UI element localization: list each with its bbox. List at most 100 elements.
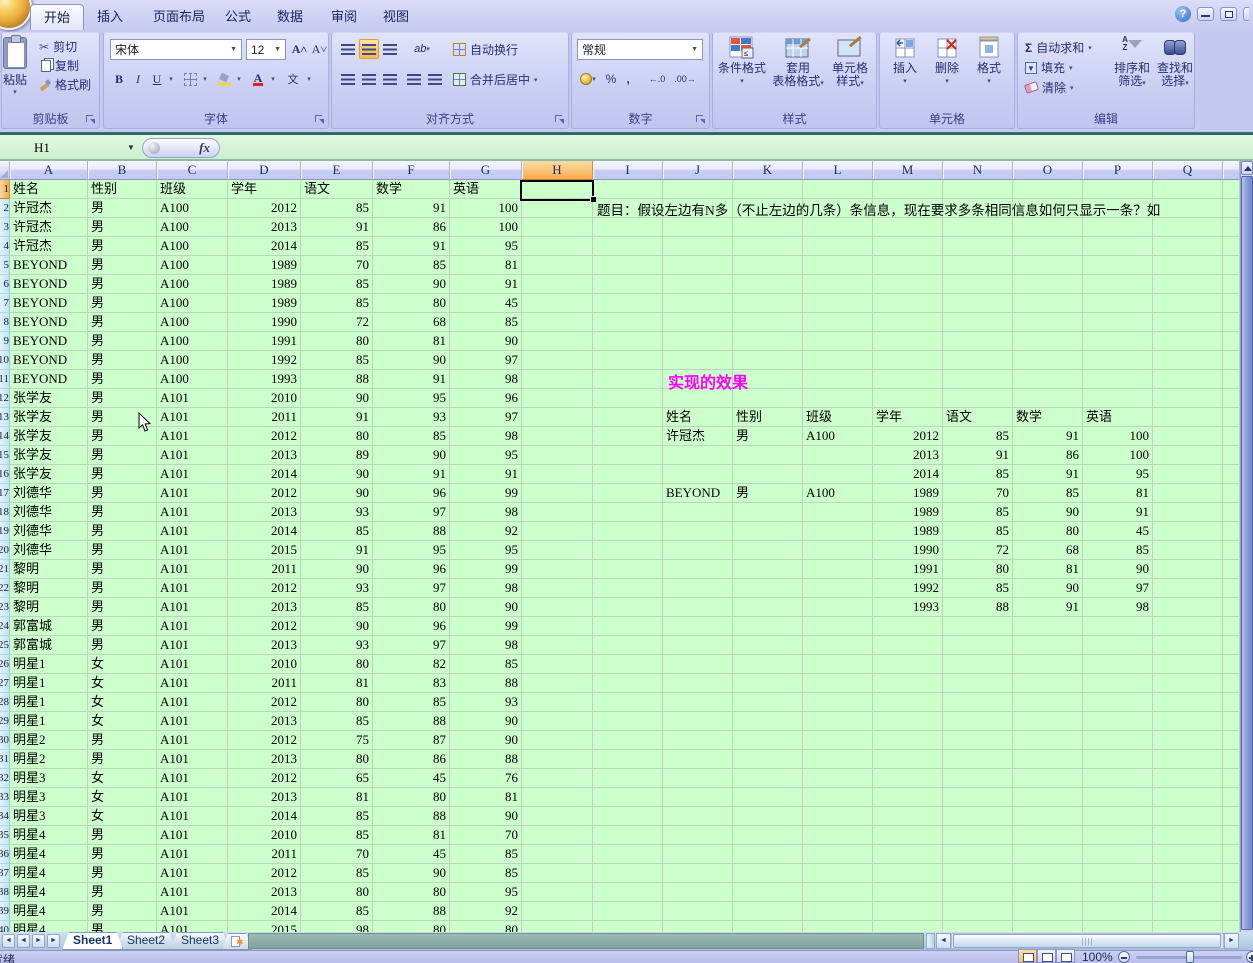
cell-L24[interactable]	[803, 617, 873, 636]
cell-H36[interactable]	[522, 845, 593, 864]
cell-P39[interactable]	[1083, 902, 1153, 921]
cell-D39[interactable]: 2014	[228, 902, 301, 921]
cell-F12[interactable]: 95	[373, 389, 450, 408]
previous-sheet-button[interactable]: ◄	[17, 934, 30, 948]
cell-C14[interactable]: A101	[157, 427, 228, 446]
cell-C32[interactable]: A101	[157, 769, 228, 788]
cell-O24[interactable]	[1013, 617, 1083, 636]
orientation-button[interactable]: ab▾	[408, 39, 436, 59]
cell-N13[interactable]: 语文	[943, 408, 1013, 427]
cell-O22[interactable]: 90	[1013, 579, 1083, 598]
cell-P18[interactable]: 91	[1083, 503, 1153, 522]
cell-N25[interactable]	[943, 636, 1013, 655]
cell-L36[interactable]	[803, 845, 873, 864]
cell-D14[interactable]: 2012	[228, 427, 301, 446]
cell-F19[interactable]: 88	[373, 522, 450, 541]
cell-A3[interactable]: 许冠杰	[10, 218, 88, 237]
cell-N1[interactable]	[943, 180, 1013, 199]
cell-N10[interactable]	[943, 351, 1013, 370]
cell-M19[interactable]: 1989	[873, 522, 943, 541]
cell-H10[interactable]	[522, 351, 593, 370]
cell-H35[interactable]	[522, 826, 593, 845]
cell-I9[interactable]	[593, 332, 663, 351]
cell-A2[interactable]: 许冠杰	[10, 199, 88, 218]
cell-P10[interactable]	[1083, 351, 1153, 370]
cell-E18[interactable]: 93	[301, 503, 373, 522]
cell-E26[interactable]: 80	[301, 655, 373, 674]
cell-B17[interactable]: 男	[88, 484, 157, 503]
cell-P8[interactable]	[1083, 313, 1153, 332]
cell-F14[interactable]: 85	[373, 427, 450, 446]
row-header-17[interactable]: 17	[0, 484, 10, 503]
cell-E2[interactable]: 85	[301, 199, 373, 218]
cell-E7[interactable]: 85	[301, 294, 373, 313]
cell-H28[interactable]	[522, 693, 593, 712]
percent-style-button[interactable]: %	[602, 69, 620, 89]
column-header-A[interactable]: A	[10, 161, 88, 180]
cell-O39[interactable]	[1013, 902, 1083, 921]
cell-K5[interactable]	[733, 256, 803, 275]
borders-dropdown-icon[interactable]: ▾	[200, 69, 210, 89]
cell-K36[interactable]	[733, 845, 803, 864]
cell-H26[interactable]	[522, 655, 593, 674]
cell-D23[interactable]: 2013	[228, 598, 301, 617]
cell-N32[interactable]	[943, 769, 1013, 788]
row-header-23[interactable]: 23	[0, 598, 10, 617]
cell-H33[interactable]	[522, 788, 593, 807]
cell-D28[interactable]: 2012	[228, 693, 301, 712]
cell-I8[interactable]	[593, 313, 663, 332]
cell-K33[interactable]	[733, 788, 803, 807]
cell-C33[interactable]: A101	[157, 788, 228, 807]
cell-N36[interactable]	[943, 845, 1013, 864]
horizontal-scrollbar-thumb[interactable]	[953, 934, 1221, 948]
cell-A37[interactable]: 明星4	[10, 864, 88, 883]
row-header-3[interactable]: 3	[0, 218, 10, 237]
cell-partial-21[interactable]	[1223, 560, 1240, 579]
cell-Q22[interactable]	[1153, 579, 1223, 598]
cell-Q24[interactable]	[1153, 617, 1223, 636]
cell-H20[interactable]	[522, 541, 593, 560]
align-middle-button[interactable]	[359, 39, 379, 59]
cell-H15[interactable]	[522, 446, 593, 465]
alignment-dialog-launcher-icon[interactable]	[555, 115, 565, 125]
cell-G13[interactable]: 97	[450, 408, 522, 427]
cell-C21[interactable]: A101	[157, 560, 228, 579]
cell-J31[interactable]	[663, 750, 733, 769]
cell-I29[interactable]	[593, 712, 663, 731]
cell-N20[interactable]: 72	[943, 541, 1013, 560]
cell-A10[interactable]: BEYOND	[10, 351, 88, 370]
cell-P4[interactable]	[1083, 237, 1153, 256]
cell-I7[interactable]	[593, 294, 663, 313]
cell-L8[interactable]	[803, 313, 873, 332]
cell-N8[interactable]	[943, 313, 1013, 332]
cell-M8[interactable]	[873, 313, 943, 332]
cell-D33[interactable]: 2013	[228, 788, 301, 807]
cell-B19[interactable]: 男	[88, 522, 157, 541]
autosum-button[interactable]: Σ自动求和▾	[1022, 38, 1095, 57]
cell-A14[interactable]: 张学友	[10, 427, 88, 446]
cell-I16[interactable]	[593, 465, 663, 484]
cell-O16[interactable]: 91	[1013, 465, 1083, 484]
cell-M31[interactable]	[873, 750, 943, 769]
cell-F40[interactable]: 80	[373, 921, 450, 932]
cell-B6[interactable]: 男	[88, 275, 157, 294]
cell-F11[interactable]: 91	[373, 370, 450, 389]
cell-E31[interactable]: 80	[301, 750, 373, 769]
cell-F7[interactable]: 80	[373, 294, 450, 313]
cell-K7[interactable]	[733, 294, 803, 313]
cell-K40[interactable]	[733, 921, 803, 932]
cell-I18[interactable]	[593, 503, 663, 522]
cell-P6[interactable]	[1083, 275, 1153, 294]
cell-partial-24[interactable]	[1223, 617, 1240, 636]
cell-partial-4[interactable]	[1223, 237, 1240, 256]
cell-partial-33[interactable]	[1223, 788, 1240, 807]
cell-G5[interactable]: 81	[450, 256, 522, 275]
cell-K29[interactable]	[733, 712, 803, 731]
cell-L17[interactable]: A100	[803, 484, 873, 503]
cell-F25[interactable]: 97	[373, 636, 450, 655]
cell-E32[interactable]: 65	[301, 769, 373, 788]
cell-I36[interactable]	[593, 845, 663, 864]
cell-C20[interactable]: A101	[157, 541, 228, 560]
row-header-11[interactable]: 11	[0, 370, 10, 389]
cell-H13[interactable]	[522, 408, 593, 427]
